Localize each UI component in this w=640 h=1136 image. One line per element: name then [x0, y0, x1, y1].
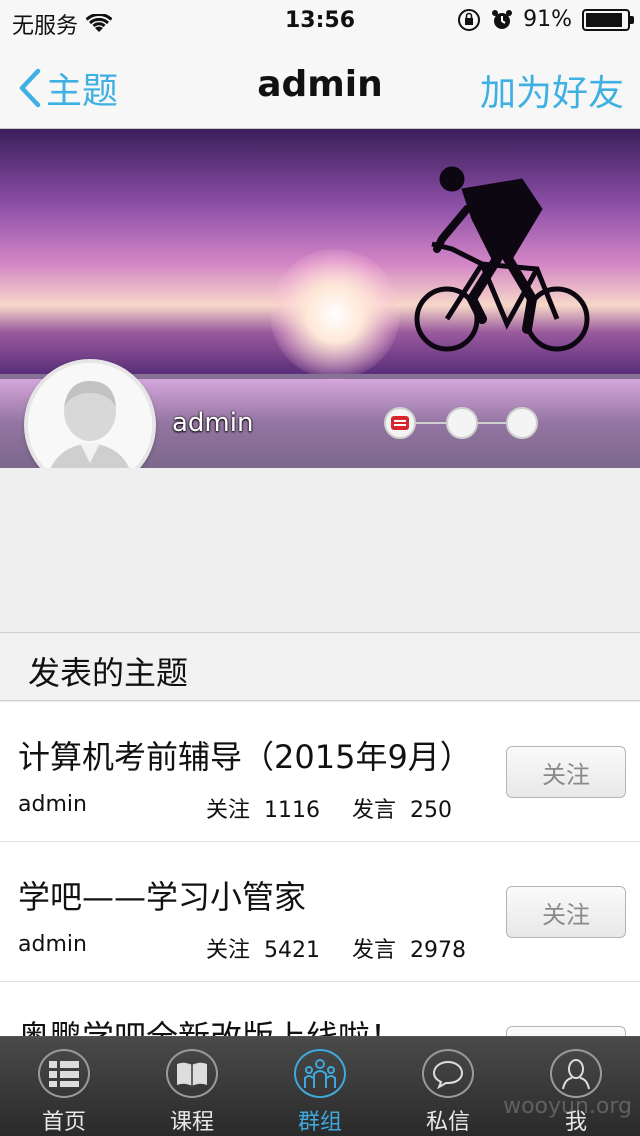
alarm-icon — [492, 9, 513, 29]
group-icon — [294, 1049, 346, 1098]
tab-groups[interactable]: 群组 — [256, 1037, 384, 1136]
grid-list-icon — [38, 1049, 90, 1098]
level-step-1 — [384, 407, 416, 439]
topic-author: admin — [18, 932, 87, 957]
section-title: 发表的主题 — [28, 654, 189, 692]
add-friend-button[interactable]: 加为好友 — [480, 64, 624, 116]
tab-me[interactable]: 我 — [512, 1037, 640, 1136]
follow-button[interactable]: 关注 — [506, 886, 626, 938]
topic-post-count: 发言 250 — [352, 798, 453, 823]
cover-cyclist-silhouette — [414, 166, 590, 352]
tab-label: 群组 — [297, 1110, 342, 1135]
rotation-lock-icon — [458, 8, 481, 31]
follow-button[interactable] — [506, 1026, 626, 1036]
topic-title: 奥鹏学吧全新改版上线啦！ — [18, 1012, 402, 1036]
tab-label: 私信 — [425, 1110, 470, 1135]
tab-messages[interactable]: 私信 — [384, 1037, 512, 1136]
tab-label: 课程 — [169, 1110, 214, 1135]
user-icon — [550, 1049, 602, 1098]
tab-home[interactable]: 首页 — [0, 1037, 128, 1136]
topic-row[interactable]: 计算机考前辅导（2015年9月） admin 关注 1116 发言 250 关注 — [0, 702, 640, 842]
level-step-2 — [446, 407, 478, 439]
topic-follow-count: 关注 5421 — [206, 938, 321, 963]
topic-title: 计算机考前辅导（2015年9月） — [18, 738, 472, 776]
topic-follow-count: 关注 1116 — [206, 798, 321, 823]
level-step-3 — [506, 407, 538, 439]
tab-bar: 首页 课程 群组 私信 我 — [0, 1036, 640, 1136]
battery-icon — [582, 8, 634, 31]
battery-fill — [586, 12, 623, 27]
tab-label: 首页 — [41, 1110, 86, 1135]
section-header: 发表的主题 — [0, 634, 640, 701]
topic-list: 计算机考前辅导（2015年9月） admin 关注 1116 发言 250 关注… — [0, 702, 640, 1036]
chat-bubble-icon — [422, 1049, 474, 1098]
topic-row[interactable]: 奥鹏学吧全新改版上线啦！ — [0, 982, 640, 1036]
follow-button[interactable]: 关注 — [506, 746, 626, 798]
level-mark-icon — [391, 416, 409, 430]
topic-author: admin — [18, 792, 87, 817]
watermark-text: wooyun.org — [503, 1094, 632, 1119]
cover-sun — [270, 249, 400, 379]
level-progress — [384, 406, 540, 440]
profile-username: admin — [172, 408, 254, 438]
tab-courses[interactable]: 课程 — [128, 1037, 256, 1136]
book-icon — [166, 1049, 218, 1098]
status-right: 91% — [457, 7, 634, 32]
battery-percent: 91% — [523, 7, 572, 32]
topic-post-count: 发言 2978 — [352, 938, 467, 963]
status-bar: 无服务 13:56 91% — [0, 0, 640, 40]
profile-content-area — [0, 468, 640, 633]
topic-row[interactable]: 学吧——学习小管家 admin 关注 5421 发言 2978 关注 — [0, 842, 640, 982]
navigation-bar: 主题 admin 加为好友 — [0, 40, 640, 129]
topic-title: 学吧——学习小管家 — [18, 878, 307, 916]
